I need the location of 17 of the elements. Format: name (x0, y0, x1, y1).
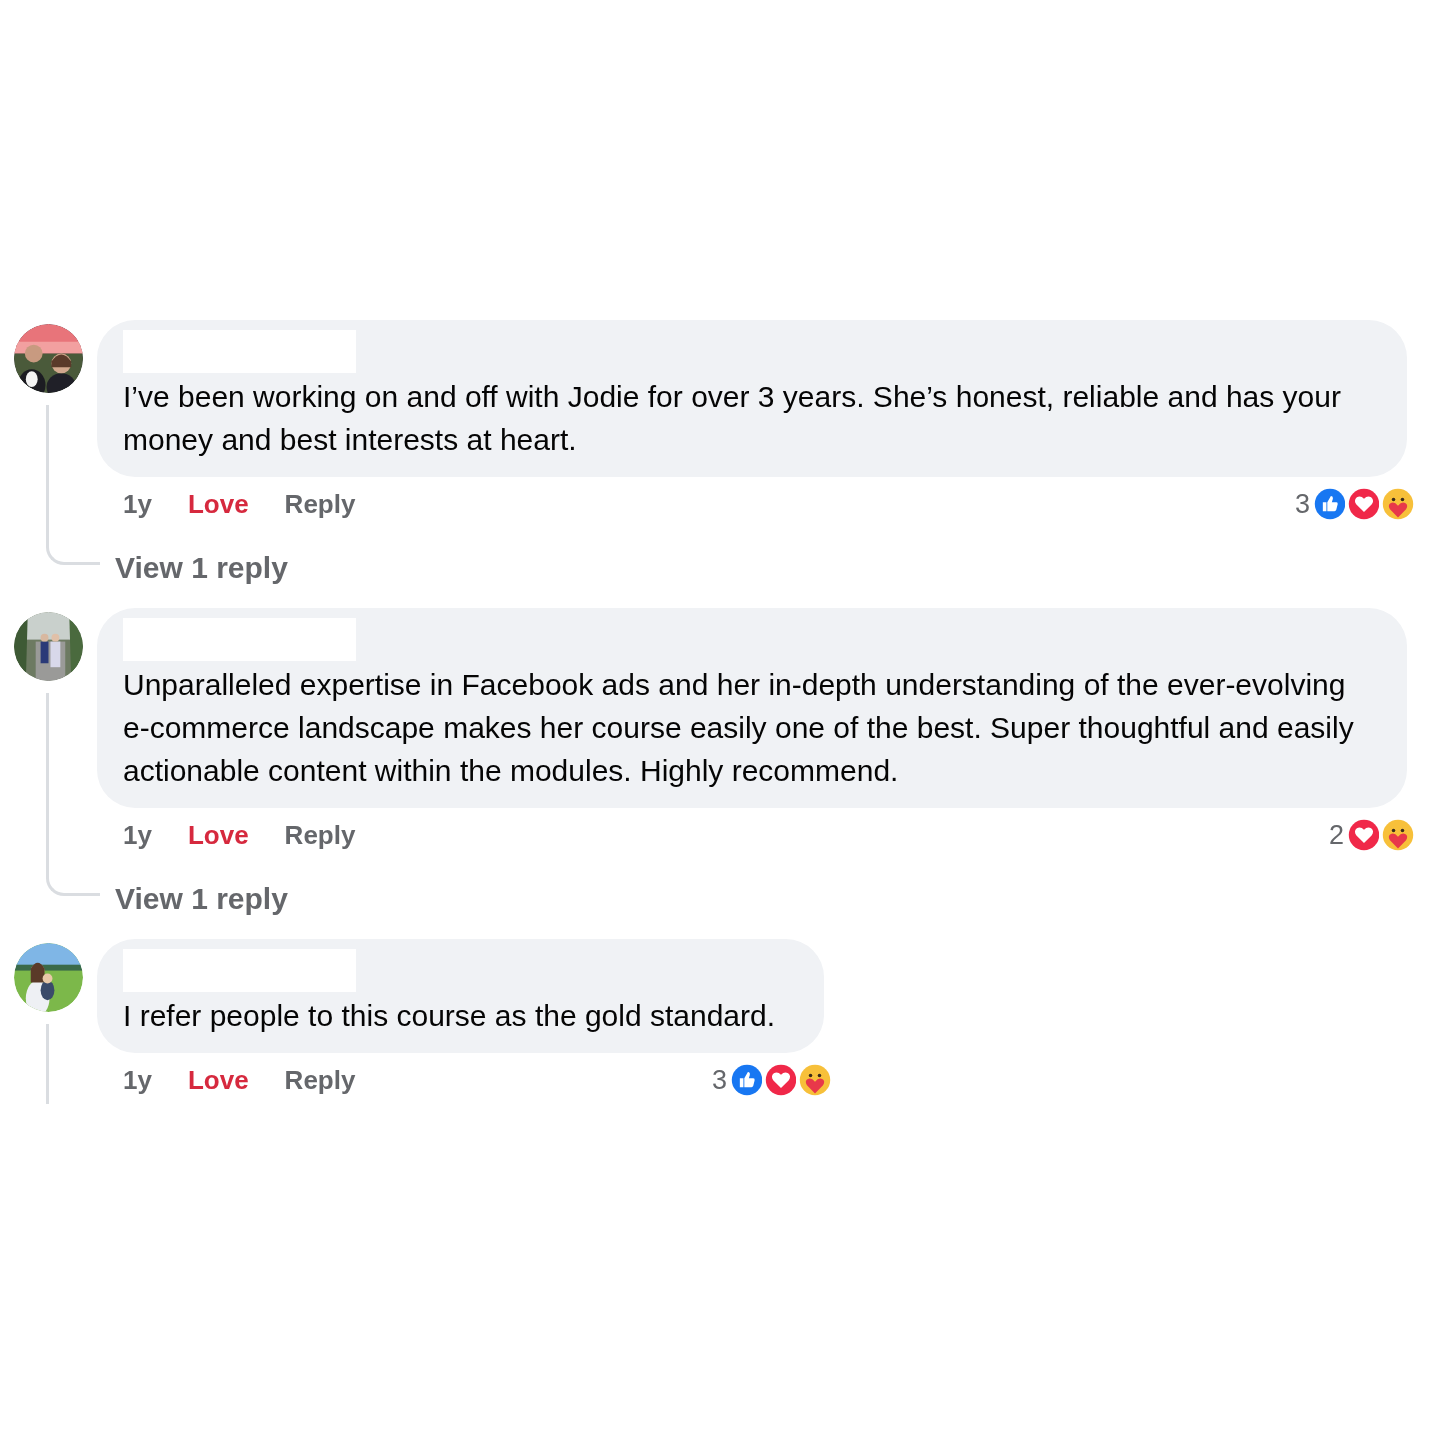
view-replies-link[interactable]: View 1 reply (115, 876, 288, 916)
reaction-count: 3 (1294, 487, 1310, 521)
reply-button[interactable]: Reply (284, 815, 356, 855)
reaction-count: 2 (1328, 818, 1344, 852)
love-button[interactable]: Love (187, 815, 249, 855)
comment-text: I refer people to this course as the gold standard. (123, 998, 776, 1034)
comment-text: Unparalleled expertise in Facebook ads and her in-depth understanding of the ever-evolving e-commerce landscape makes her course easily one of the best. Super thoughtful and easily actionable content within the modules. Highly recommend. (123, 667, 1355, 789)
reply-button[interactable]: Reply (284, 1060, 356, 1100)
timestamp: 1y (123, 487, 152, 521)
love-button[interactable]: Love (187, 484, 249, 524)
comment-text: I’ve been working on and off with Jodie for over 3 years. She’s honest, reliable and has your money and best interests at heart. (123, 379, 1342, 458)
timestamp: 1y (123, 818, 152, 852)
reaction-count: 3 (712, 1063, 728, 1097)
reply-button[interactable]: Reply (284, 484, 356, 524)
timestamp: 1y (123, 1063, 152, 1097)
love-button[interactable]: Love (187, 1060, 249, 1100)
view-replies-link[interactable]: View 1 reply (115, 545, 288, 585)
